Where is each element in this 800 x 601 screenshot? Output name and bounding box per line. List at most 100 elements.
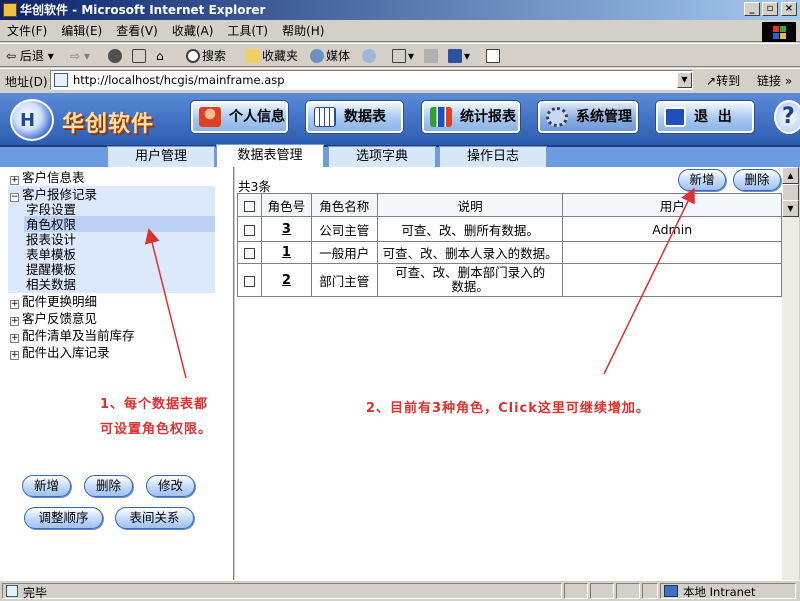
tree-relation-button[interactable]: 表间关系 <box>115 507 194 529</box>
menu-tools[interactable]: 工具(T) <box>220 20 275 42</box>
nav-system-admin-button[interactable]: 系统管理 <box>538 101 638 133</box>
role-id-link[interactable]: 2 <box>260 263 312 297</box>
tree-child-field-settings[interactable]: 字段设置 <box>26 202 76 217</box>
role-delete-button[interactable]: 删除 <box>733 169 781 191</box>
refresh-icon <box>132 49 146 63</box>
tab-data-table-management[interactable]: 数据表管理 <box>216 144 324 167</box>
minimize-button[interactable]: _ <box>744 2 760 16</box>
favorites-icon <box>246 49 260 63</box>
nav-statistics-report-button[interactable]: 统计报表 <box>422 101 520 133</box>
nav-data-table-button[interactable]: 数据表 <box>306 101 403 133</box>
tree-item-repair-records[interactable]: − 客户报修记录 <box>10 187 97 202</box>
tree-child-form-template[interactable]: 表单模板 <box>26 247 76 262</box>
expand-icon[interactable]: + <box>10 351 19 360</box>
role-id-link[interactable]: 1 <box>260 241 312 264</box>
row-checkbox[interactable] <box>243 248 255 259</box>
menu-edit[interactable]: 编辑(E) <box>54 20 109 42</box>
help-button[interactable]: ? <box>774 100 800 134</box>
tree-item-parts-inventory[interactable]: + 配件清单及当前库存 <box>10 328 135 343</box>
go-button[interactable]: ↗转到 <box>706 72 740 89</box>
status-zone: 本地 Intranet <box>660 583 796 599</box>
go-arrow-icon: ↗ <box>706 74 717 88</box>
row-checkbox-cell[interactable] <box>237 263 262 297</box>
tab-user-management[interactable]: 用户管理 <box>107 146 215 167</box>
media-button[interactable]: 媒体 <box>310 47 350 65</box>
maximize-button[interactable]: ▫ <box>762 2 778 16</box>
column-header-users[interactable]: 用户 <box>562 193 782 217</box>
row-checkbox-cell[interactable] <box>237 241 262 264</box>
links-button[interactable]: 链接 » <box>757 72 792 89</box>
role-description: 可查、改、删本人录入的数据。 <box>376 241 564 264</box>
role-id-link[interactable]: 3 <box>260 216 312 242</box>
vertical-scrollbar[interactable] <box>782 167 799 580</box>
discuss-button[interactable] <box>486 47 502 65</box>
gear-icon <box>546 107 568 127</box>
status-segment <box>642 583 658 599</box>
column-header-description[interactable]: 说明 <box>376 193 564 217</box>
search-button[interactable]: 搜索 <box>186 47 226 65</box>
menu-view[interactable]: 查看(V) <box>109 20 165 42</box>
back-button[interactable]: ⇦ 后退 ▾ <box>6 47 54 65</box>
row-checkbox[interactable] <box>243 275 255 287</box>
history-icon <box>362 49 376 63</box>
table-row: 2 部门主管 可查、改、删本部门录入的数据。 <box>237 263 782 297</box>
stop-button[interactable] <box>108 47 124 65</box>
role-users <box>562 263 782 297</box>
expand-icon[interactable]: + <box>10 300 19 309</box>
bar-chart-icon <box>430 107 452 127</box>
address-dropdown-button[interactable]: ▼ <box>677 72 692 88</box>
menu-favorites[interactable]: 收藏(A) <box>165 20 221 42</box>
tree-item-parts-replacement[interactable]: + 配件更换明细 <box>10 294 97 309</box>
annotation-right: 2、目前有3种角色，Click这里可继续增加。 <box>366 401 650 416</box>
tree-child-reminder-template[interactable]: 提醒模板 <box>26 262 76 277</box>
menu-file[interactable]: 文件(F) <box>0 20 54 42</box>
scroll-down-button[interactable]: ▼ <box>782 200 799 217</box>
role-add-button[interactable]: 新增 <box>678 169 726 191</box>
expand-icon[interactable]: + <box>10 317 19 326</box>
menu-help[interactable]: 帮助(H) <box>275 20 331 42</box>
tree-item-customer-info[interactable]: + 客户信息表 <box>10 170 85 185</box>
row-checkbox[interactable] <box>243 224 255 236</box>
tab-operation-log[interactable]: 操作日志 <box>439 146 547 167</box>
back-arrow-icon: ⇦ <box>6 49 17 63</box>
select-all-checkbox[interactable] <box>243 200 255 212</box>
tree-add-button[interactable]: 新增 <box>22 475 71 497</box>
column-header-role-name[interactable]: 角色名称 <box>310 193 378 217</box>
tree-child-related-data[interactable]: 相关数据 <box>26 277 76 292</box>
mail-button[interactable]: ▾ <box>392 47 414 65</box>
close-button[interactable]: × <box>781 2 797 16</box>
favorites-button[interactable]: 收藏夹 <box>246 47 298 65</box>
discuss-icon <box>486 49 500 63</box>
intranet-icon <box>664 585 678 597</box>
role-description: 可查、改、删所有数据。 <box>376 216 564 242</box>
collapse-icon[interactable]: − <box>10 193 19 202</box>
nav-personal-info-button[interactable]: 个人信息 <box>191 101 288 133</box>
history-button[interactable] <box>362 47 378 65</box>
expand-icon[interactable]: + <box>10 176 19 185</box>
status-text: 完毕 <box>23 586 48 600</box>
expand-icon[interactable]: + <box>10 334 19 343</box>
scroll-up-button[interactable]: ▲ <box>782 167 799 184</box>
nav-exit-button[interactable]: 退 出 <box>656 101 754 133</box>
select-all-cell[interactable] <box>237 193 262 217</box>
row-checkbox-cell[interactable] <box>237 216 262 242</box>
forward-button[interactable]: ⇨ ▾ <box>70 47 90 65</box>
tree-child-report-design[interactable]: 报表设计 <box>26 232 76 247</box>
tree-item-customer-feedback[interactable]: + 客户反馈意见 <box>10 311 97 326</box>
refresh-button[interactable] <box>132 47 148 65</box>
tree-edit-button[interactable]: 修改 <box>146 475 195 497</box>
tree-item-parts-in-out[interactable]: + 配件出入库记录 <box>10 345 110 360</box>
column-header-role-id[interactable]: 角色号 <box>260 193 312 217</box>
tree-reorder-button[interactable]: 调整顺序 <box>24 507 103 529</box>
tree-child-role-permissions[interactable]: 角色权限 <box>26 217 76 232</box>
home-button[interactable]: ⌂ <box>156 47 164 65</box>
print-icon <box>424 49 438 63</box>
tab-option-dictionary[interactable]: 选项字典 <box>328 146 436 167</box>
logo-text: 华创软件 <box>62 112 155 137</box>
address-input[interactable]: http://localhost/hcgis/mainframe.asp <box>50 70 693 90</box>
window-title-bar[interactable]: 华创软件 - Microsoft Internet Explorer _ ▫ × <box>0 0 800 20</box>
tree-delete-button[interactable]: 删除 <box>84 475 133 497</box>
address-label: 地址(D) <box>5 75 48 89</box>
edit-button[interactable]: ▾ <box>448 47 470 65</box>
print-button[interactable] <box>424 47 440 65</box>
